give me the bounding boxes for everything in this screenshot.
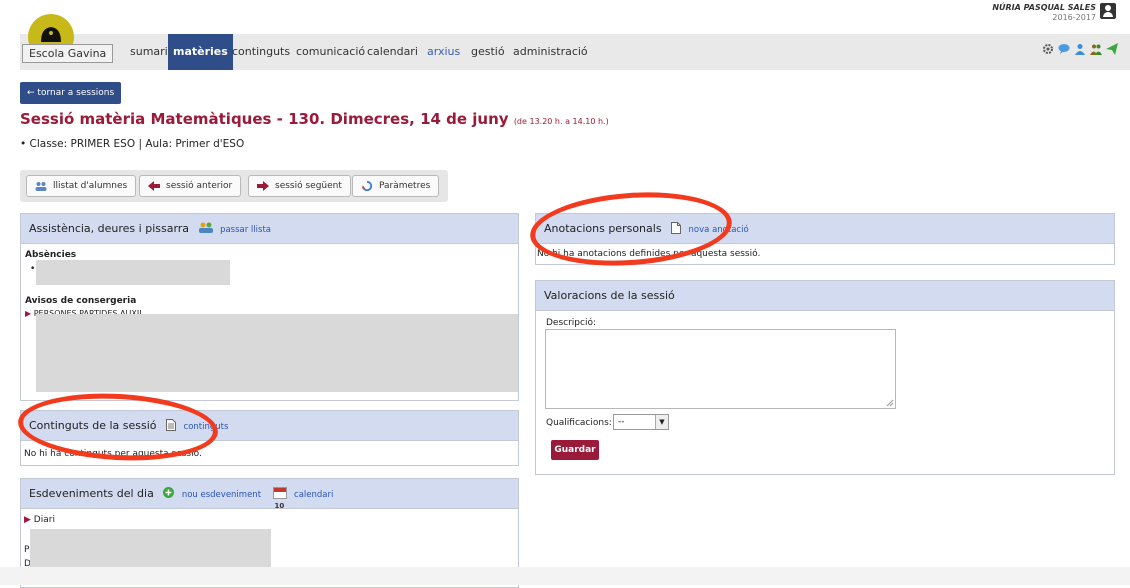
group-icon[interactable] bbox=[1090, 43, 1102, 55]
take-attendance-link[interactable]: passar llista bbox=[220, 225, 271, 235]
rating-title: Valoracions de la sessió bbox=[544, 289, 675, 302]
parameters-icon bbox=[362, 181, 373, 191]
new-note-link[interactable]: nova anotació bbox=[689, 225, 749, 235]
back-to-sessions-label: tornar a sessions bbox=[37, 88, 115, 98]
students-icon bbox=[35, 182, 47, 191]
calendar-link[interactable]: calendari bbox=[294, 490, 333, 500]
attendance-title: Assistència, deures i pissarra bbox=[29, 222, 190, 235]
new-document-icon bbox=[671, 222, 682, 234]
document-icon bbox=[166, 419, 177, 431]
absence-bullet: • bbox=[30, 264, 36, 274]
chevron-down-icon: ▼ bbox=[655, 415, 668, 429]
diary-label: Diari bbox=[33, 515, 55, 525]
nav-item-0[interactable]: sumari bbox=[125, 34, 173, 70]
grades-label: Qualificacions: bbox=[546, 418, 612, 428]
contents-panel-header: Continguts de la sessió continguts bbox=[21, 411, 518, 441]
events-panel-header: Esdeveniments del dia nou esdeveniment 1… bbox=[21, 479, 518, 510]
description-label: Descripció: bbox=[546, 318, 597, 328]
absence-entry-redacted bbox=[36, 260, 230, 285]
page-title-time: (de 13.20 h. a 14.10 h.) bbox=[513, 117, 609, 126]
notes-empty-message: No hi ha anotacions definides per aquest… bbox=[537, 249, 761, 259]
parameters-button[interactable]: Paràmetres bbox=[352, 175, 440, 197]
contents-link[interactable]: continguts bbox=[184, 422, 229, 432]
notes-title: Anotacions personals bbox=[544, 222, 662, 235]
contents-title: Continguts de la sessió bbox=[29, 419, 157, 432]
user-icon[interactable] bbox=[1074, 43, 1086, 55]
grades-select-value: -- bbox=[618, 417, 625, 427]
class-info: • Classe: PRIMER ESO | Aula: Primer d'ES… bbox=[20, 138, 244, 150]
arrow-left-icon: ← bbox=[27, 88, 35, 98]
nav-item-4[interactable]: calendari bbox=[362, 34, 423, 70]
class-info-text: Classe: PRIMER ESO | Aula: Primer d'ESO bbox=[29, 138, 245, 150]
arrow-left-icon bbox=[148, 181, 160, 191]
nav-item-6[interactable]: gestió bbox=[466, 34, 510, 70]
description-textarea[interactable] bbox=[545, 329, 896, 409]
contents-empty-message: No hi ha continguts per aquesta sessió. bbox=[24, 449, 202, 459]
grades-select[interactable]: -- ▼ bbox=[613, 414, 669, 430]
attendance-panel-header: Assistència, deures i pissarra passar ll… bbox=[21, 214, 518, 244]
nav-item-3[interactable]: comunicació bbox=[291, 34, 370, 70]
nav-item-7[interactable]: administració bbox=[508, 34, 593, 70]
previous-session-button[interactable]: sessió anterior bbox=[139, 175, 242, 197]
previous-session-label: sessió anterior bbox=[166, 181, 233, 191]
user-avatar-icon[interactable] bbox=[1100, 3, 1116, 19]
page-title-main: Sessió matèria Matemàtiques - 130. Dimec… bbox=[20, 110, 509, 128]
concierge-redacted bbox=[36, 314, 518, 392]
students-list-label: llistat d'alumnes bbox=[53, 181, 128, 191]
bottom-strip bbox=[0, 567, 1130, 585]
arrow-right-icon bbox=[257, 181, 269, 191]
absences-label: Absències bbox=[25, 250, 77, 260]
school-name[interactable]: Escola Gavina bbox=[22, 44, 114, 63]
events-title: Esdeveniments del dia bbox=[29, 487, 154, 500]
group-icon bbox=[198, 222, 213, 233]
caret-right-icon: ▶ bbox=[25, 309, 32, 318]
parameters-label: Paràmetres bbox=[379, 181, 431, 191]
back-to-sessions-button[interactable]: ← tornar a sessions bbox=[20, 82, 122, 104]
bullet-icon: • bbox=[20, 138, 30, 150]
tool-icons bbox=[1042, 43, 1118, 55]
bird-logo-icon bbox=[41, 27, 61, 42]
next-session-button[interactable]: sessió següent bbox=[248, 175, 351, 197]
send-icon[interactable] bbox=[1106, 43, 1118, 55]
concierge-label: Avisos de consergeria bbox=[25, 296, 137, 306]
caret-right-icon: ▶ bbox=[24, 515, 31, 525]
rating-panel-header: Valoracions de la sessió bbox=[536, 281, 1114, 311]
calendar-icon: 10 bbox=[272, 487, 287, 510]
nav-item-1[interactable]: matèries bbox=[168, 34, 233, 70]
diary-item[interactable]: ▶ Diari bbox=[24, 515, 55, 525]
new-event-link[interactable]: nou esdeveniment bbox=[182, 490, 261, 500]
chat-icon[interactable] bbox=[1058, 43, 1070, 55]
school-year: 2016-2017 bbox=[1052, 13, 1096, 22]
page-title: Sessió matèria Matemàtiques - 130. Dimec… bbox=[20, 110, 609, 128]
nav-item-5[interactable]: arxius bbox=[422, 34, 465, 70]
user-name[interactable]: NÚRIA PASQUAL SALES bbox=[992, 3, 1096, 12]
gear-icon[interactable] bbox=[1042, 43, 1054, 55]
notes-panel-header: Anotacions personals nova anotació bbox=[536, 214, 1114, 244]
nav-item-2[interactable]: continguts bbox=[227, 34, 295, 70]
resize-handle-icon[interactable] bbox=[886, 399, 894, 407]
add-icon bbox=[163, 487, 175, 498]
next-session-label: sessió següent bbox=[275, 181, 342, 191]
save-button[interactable]: Guardar bbox=[551, 440, 599, 460]
calendar-icon-day: 10 bbox=[274, 502, 285, 510]
students-list-button[interactable]: llistat d'alumnes bbox=[26, 175, 137, 197]
event-row-p: P bbox=[24, 545, 30, 555]
